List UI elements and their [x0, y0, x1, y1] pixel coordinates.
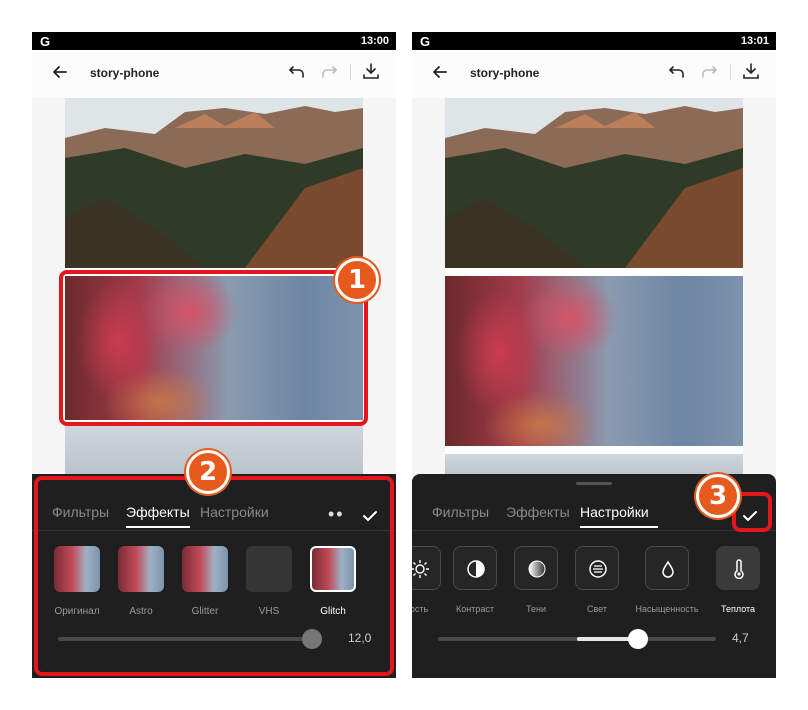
- google-icon: G: [40, 34, 51, 49]
- toolbar-divider: [730, 64, 731, 80]
- download-icon[interactable]: [742, 62, 760, 80]
- back-arrow-icon[interactable]: [50, 62, 70, 82]
- download-icon[interactable]: [362, 62, 380, 80]
- redo-icon[interactable]: [700, 63, 718, 81]
- slider-knob[interactable]: [628, 629, 648, 649]
- collage-photo-mountains[interactable]: [65, 98, 363, 268]
- tool-contrast[interactable]: Контраст: [440, 546, 510, 614]
- brightness-icon: [412, 546, 441, 590]
- adjustments-list: ость Контраст Тени Свет Насыщенность Теп…: [412, 546, 776, 626]
- active-tab-indicator: [580, 526, 658, 528]
- google-icon: G: [420, 34, 431, 49]
- status-bar: G 13:00: [32, 32, 396, 50]
- collage-photo-mountains[interactable]: [445, 98, 743, 268]
- contrast-icon: [453, 546, 497, 590]
- phone-screen-right: G 13:01 story-phone Фильтры Эффекты Наст…: [412, 32, 776, 678]
- saturation-icon: [645, 546, 689, 590]
- back-arrow-icon[interactable]: [430, 62, 450, 82]
- tool-label: Свет: [586, 604, 607, 614]
- thermometer-icon: [716, 546, 760, 590]
- redo-icon[interactable]: [320, 63, 338, 81]
- tool-warmth[interactable]: Теплота: [703, 546, 773, 614]
- toolbar-divider: [350, 64, 351, 80]
- project-title: story-phone: [90, 66, 160, 80]
- tab-settings[interactable]: Настройки: [580, 504, 649, 520]
- app-toolbar: story-phone: [32, 50, 396, 98]
- undo-icon[interactable]: [668, 63, 686, 81]
- tool-light[interactable]: Свет: [562, 546, 632, 614]
- tool-label: Насыщенность: [635, 604, 699, 614]
- tool-label: Контраст: [456, 604, 494, 614]
- light-icon: [575, 546, 619, 590]
- tool-saturation[interactable]: Насыщенность: [632, 546, 702, 614]
- panel-divider: [412, 530, 776, 531]
- slider-value: 4,7: [732, 631, 749, 645]
- tool-shadows[interactable]: Тени: [501, 546, 571, 614]
- mountain-drawing: [65, 98, 363, 268]
- step-badge-3: 3: [696, 474, 740, 518]
- highlight-frame-panel: [34, 476, 394, 676]
- status-time: 13:00: [360, 35, 389, 47]
- status-bar: G 13:01: [412, 32, 776, 50]
- tool-label: Теплота: [720, 604, 756, 614]
- step-badge-1: 1: [335, 258, 379, 302]
- step-badge-2: 2: [186, 450, 230, 494]
- tool-label: Тени: [526, 604, 546, 614]
- collage: [445, 98, 743, 478]
- panel-drag-handle[interactable]: [576, 482, 612, 485]
- tab-filters[interactable]: Фильтры: [432, 504, 489, 520]
- undo-icon[interactable]: [288, 63, 306, 81]
- tab-effects[interactable]: Эффекты: [506, 504, 570, 520]
- project-title: story-phone: [470, 66, 540, 80]
- effects-panel: Фильтры Эффекты Настройки •• Оригинал As…: [32, 474, 396, 678]
- shadows-icon: [514, 546, 558, 590]
- phone-screen-left: G 13:00 story-phone 1 Фильтры Эффекты На…: [32, 32, 396, 678]
- app-toolbar: story-phone: [412, 50, 776, 98]
- collage-photo-trees[interactable]: [445, 276, 743, 446]
- mountain-drawing: [445, 98, 743, 268]
- status-time: 13:01: [740, 35, 769, 47]
- warmth-slider[interactable]: [438, 629, 716, 649]
- highlight-frame-selected-photo: [59, 270, 368, 426]
